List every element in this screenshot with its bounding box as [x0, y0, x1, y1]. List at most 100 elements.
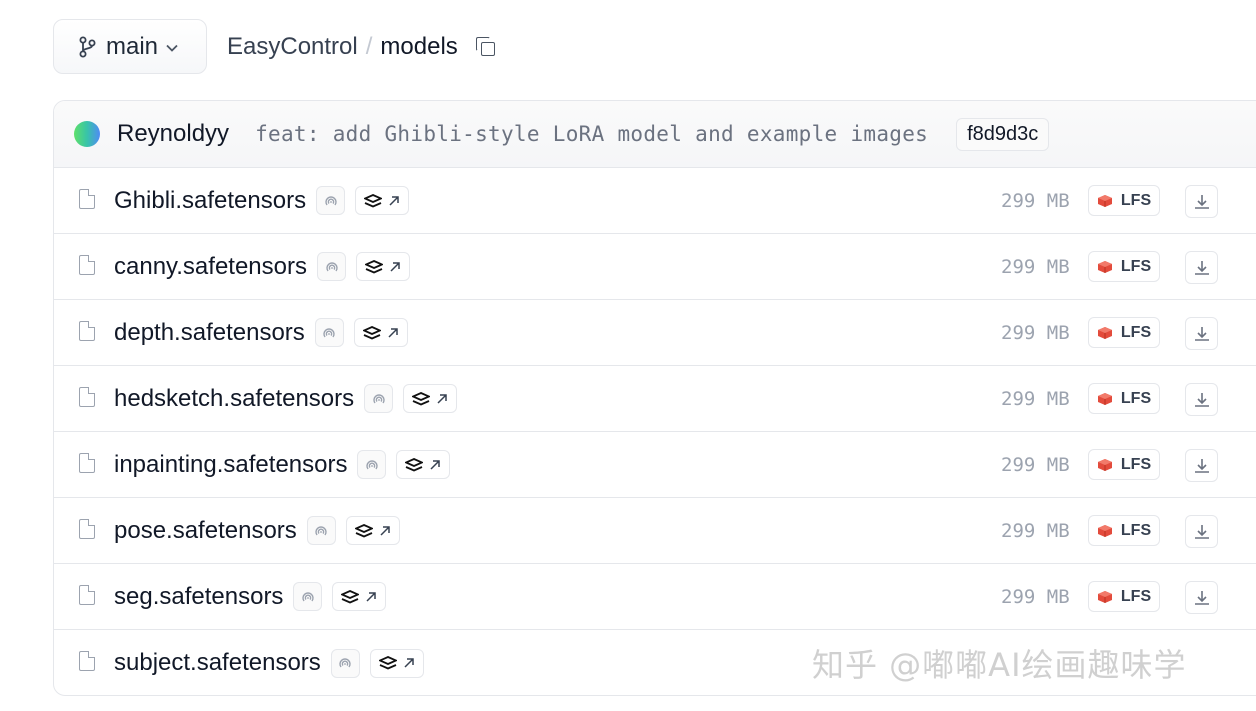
security-scan-icon[interactable] [357, 450, 387, 479]
file-name-group: canny.safetensors [114, 252, 410, 281]
security-scan-icon[interactable] [316, 186, 346, 215]
copy-icon[interactable] [475, 37, 496, 57]
file-name-link[interactable]: canny.safetensors [114, 253, 307, 281]
security-scan-icon[interactable] [317, 252, 346, 281]
lfs-badge: LFS [1088, 515, 1160, 546]
file-icon [79, 254, 96, 275]
file-row[interactable]: inpainting.safetensors 299 MB LFS [54, 432, 1256, 498]
lfs-label: LFS [1120, 191, 1152, 209]
file-name-link[interactable]: pose.safetensors [114, 517, 297, 545]
file-name-link[interactable]: subject.safetensors [114, 649, 321, 677]
file-icon [79, 650, 96, 671]
download-icon[interactable] [1185, 251, 1218, 284]
file-icon [79, 584, 96, 605]
breadcrumb-current-folder: models [380, 33, 458, 60]
file-icon [79, 518, 96, 539]
file-size: 299 MB [1001, 519, 1070, 542]
commit-hash[interactable]: f8d9d3c [956, 117, 1050, 151]
security-scan-icon[interactable] [293, 582, 323, 611]
download-icon[interactable] [1185, 317, 1218, 350]
file-row[interactable]: hedsketch.safetensors 299 MB LFS [54, 366, 1256, 432]
lfs-label: LFS [1120, 389, 1152, 407]
file-rows: Ghibli.safetensors 299 MB LFS canny.safeten… [54, 168, 1256, 695]
file-name-link[interactable]: inpainting.safetensors [114, 451, 347, 479]
layers-arrow-icon[interactable] [345, 516, 400, 545]
layers-arrow-icon[interactable] [403, 384, 458, 413]
lfs-badge: LFS [1088, 581, 1160, 612]
lfs-badge: LFS [1088, 185, 1160, 216]
file-row[interactable]: canny.safetensors 299 MB LFS [54, 234, 1256, 300]
file-name-group: hedsketch.safetensors [114, 384, 458, 413]
lfs-cube-icon [1097, 326, 1113, 340]
download-icon[interactable] [1185, 449, 1218, 482]
header-bar: main EasyControl / models [0, 0, 1256, 92]
lfs-label: LFS [1120, 257, 1152, 275]
security-scan-icon[interactable] [364, 384, 394, 413]
layers-arrow-icon[interactable] [332, 582, 387, 611]
file-row[interactable]: pose.safetensors 299 MB LFS [54, 498, 1256, 564]
breadcrumb-separator: / [365, 33, 373, 60]
layers-arrow-icon[interactable] [369, 648, 424, 678]
file-row[interactable]: depth.safetensors 299 MB LFS [54, 300, 1256, 366]
download-icon[interactable] [1185, 581, 1218, 614]
lfs-label: LFS [1120, 587, 1152, 605]
lfs-cube-icon [1097, 260, 1113, 274]
commit-author[interactable]: Reynoldyy [117, 120, 229, 148]
security-scan-icon[interactable] [314, 318, 344, 347]
file-row[interactable]: seg.safetensors 299 MB LFS [54, 564, 1256, 630]
security-scan-icon[interactable] [306, 516, 336, 545]
git-branch-icon [79, 36, 96, 57]
layers-arrow-icon[interactable] [396, 450, 451, 479]
lfs-cube-icon [1097, 590, 1113, 604]
avatar[interactable] [74, 121, 100, 147]
security-scan-icon[interactable] [330, 648, 360, 678]
file-name-link[interactable]: Ghibli.safetensors [114, 187, 306, 215]
download-icon[interactable] [1185, 383, 1218, 416]
lfs-cube-icon [1097, 458, 1113, 472]
layers-arrow-icon[interactable] [355, 186, 410, 215]
file-size: 299 MB [1001, 189, 1070, 212]
lfs-badge: LFS [1088, 383, 1160, 414]
file-name-link[interactable]: hedsketch.safetensors [114, 385, 354, 413]
chevron-down-icon [166, 39, 178, 55]
file-name-group: pose.safetensors [114, 516, 400, 545]
lfs-cube-icon [1097, 194, 1113, 208]
file-icon [79, 320, 96, 341]
file-row[interactable]: Ghibli.safetensors 299 MB LFS [54, 168, 1256, 234]
branch-selector-button[interactable]: main [53, 19, 207, 74]
file-row[interactable]: subject.safetensors [54, 630, 1256, 695]
last-commit-bar: Reynoldyy feat: add Ghibli-style LoRA mo… [54, 101, 1256, 168]
breadcrumb-repo-link[interactable]: EasyControl [227, 33, 358, 61]
file-icon [79, 452, 96, 473]
file-name-group: seg.safetensors [114, 582, 387, 611]
lfs-label: LFS [1120, 521, 1152, 539]
file-list-panel: Reynoldyy feat: add Ghibli-style LoRA mo… [53, 100, 1256, 696]
download-icon[interactable] [1185, 515, 1218, 548]
layers-arrow-icon[interactable] [356, 252, 410, 281]
file-size: 299 MB [1001, 585, 1070, 608]
layers-arrow-icon[interactable] [353, 318, 408, 347]
file-icon [79, 386, 96, 407]
file-icon [79, 188, 96, 209]
lfs-label: LFS [1120, 455, 1152, 473]
file-size: 299 MB [1001, 453, 1070, 476]
commit-message[interactable]: feat: add Ghibli-style LoRA model and ex… [255, 122, 928, 146]
branch-label: main [106, 32, 159, 60]
file-name-link[interactable]: seg.safetensors [114, 583, 283, 611]
lfs-cube-icon [1097, 392, 1113, 406]
lfs-label: LFS [1120, 323, 1152, 341]
file-name-group: inpainting.safetensors [114, 450, 451, 479]
breadcrumb: EasyControl / models [227, 28, 496, 66]
file-name-link[interactable]: depth.safetensors [114, 319, 305, 347]
file-name-group: Ghibli.safetensors [114, 186, 410, 215]
lfs-badge: LFS [1088, 317, 1160, 348]
lfs-badge: LFS [1088, 251, 1160, 282]
file-size: 299 MB [1001, 321, 1070, 344]
file-size: 299 MB [1001, 255, 1070, 278]
lfs-cube-icon [1097, 524, 1113, 538]
file-size: 299 MB [1001, 387, 1070, 410]
download-icon[interactable] [1185, 185, 1218, 218]
file-name-group: subject.safetensors [114, 648, 424, 678]
file-name-group: depth.safetensors [114, 318, 408, 347]
lfs-badge: LFS [1088, 449, 1160, 480]
